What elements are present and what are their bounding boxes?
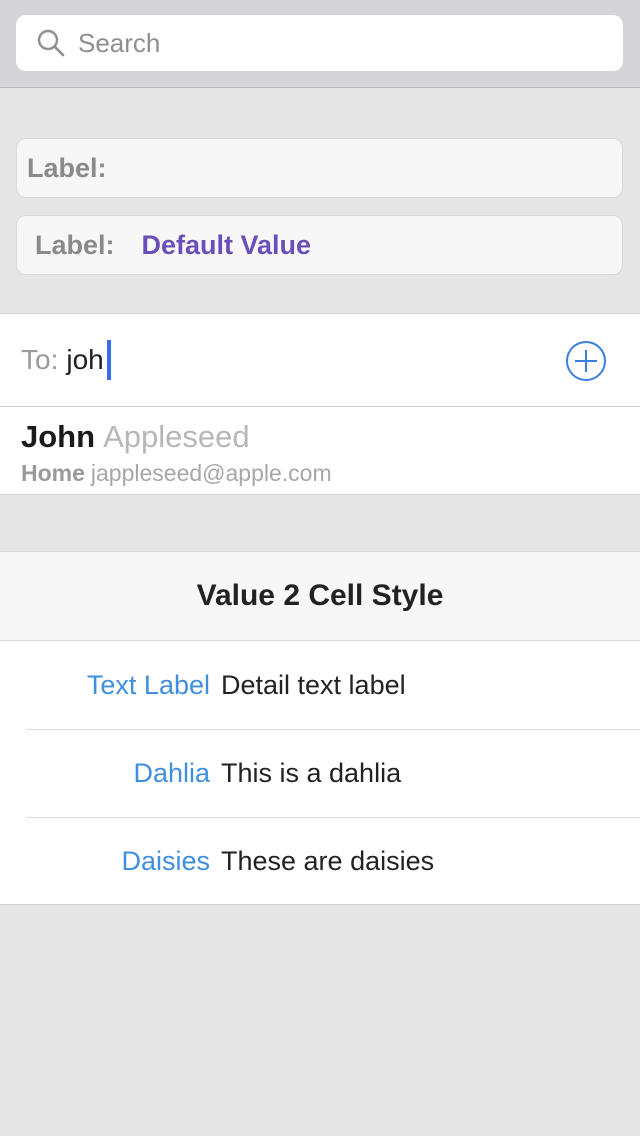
- table-row[interactable]: Text Label Detail text label: [0, 641, 640, 729]
- contact-suggestion[interactable]: John Appleseed Home jappleseed@apple.com: [0, 407, 640, 495]
- search-input[interactable]: [78, 27, 578, 59]
- label-field-default[interactable]: Label: Default Value: [16, 215, 623, 275]
- contact-first-name: John: [21, 419, 96, 454]
- cell-detail-label: Detail text label: [221, 670, 406, 700]
- contact-name: John Appleseed: [21, 419, 250, 455]
- cell-detail-label: This is a dahlia: [221, 758, 402, 788]
- to-field-row[interactable]: To: joh: [0, 313, 640, 407]
- section-header: Value 2 Cell Style: [0, 551, 640, 641]
- cell-text-label: Text Label: [86, 670, 210, 700]
- field-label: Label:: [35, 229, 115, 260]
- text-caret: [106, 340, 111, 380]
- plus-circle-icon[interactable]: [565, 340, 607, 382]
- value2-table: Text Label Detail text label Dahlia This…: [0, 641, 640, 905]
- email-type: Home: [21, 460, 85, 486]
- cell-text-label: Dahlia: [133, 758, 210, 788]
- contact-email-line: Home jappleseed@apple.com: [21, 460, 332, 487]
- cell-detail-label: These are daisies: [221, 846, 435, 876]
- contact-last-name: Appleseed: [103, 419, 250, 454]
- table-row[interactable]: Dahlia This is a dahlia: [0, 729, 640, 817]
- search-field[interactable]: [16, 15, 623, 71]
- search-bar: [0, 0, 640, 88]
- label-field-empty[interactable]: Label:: [16, 138, 623, 198]
- field-label: Label:: [27, 152, 107, 183]
- field-value: Default Value: [141, 229, 312, 260]
- to-label: To:: [21, 344, 59, 375]
- email-address: jappleseed@apple.com: [90, 460, 332, 486]
- table-row[interactable]: Daisies These are daisies: [0, 817, 640, 905]
- to-input-text[interactable]: joh: [66, 344, 103, 376]
- search-icon: [37, 29, 65, 57]
- cell-text-label: Daisies: [121, 846, 210, 876]
